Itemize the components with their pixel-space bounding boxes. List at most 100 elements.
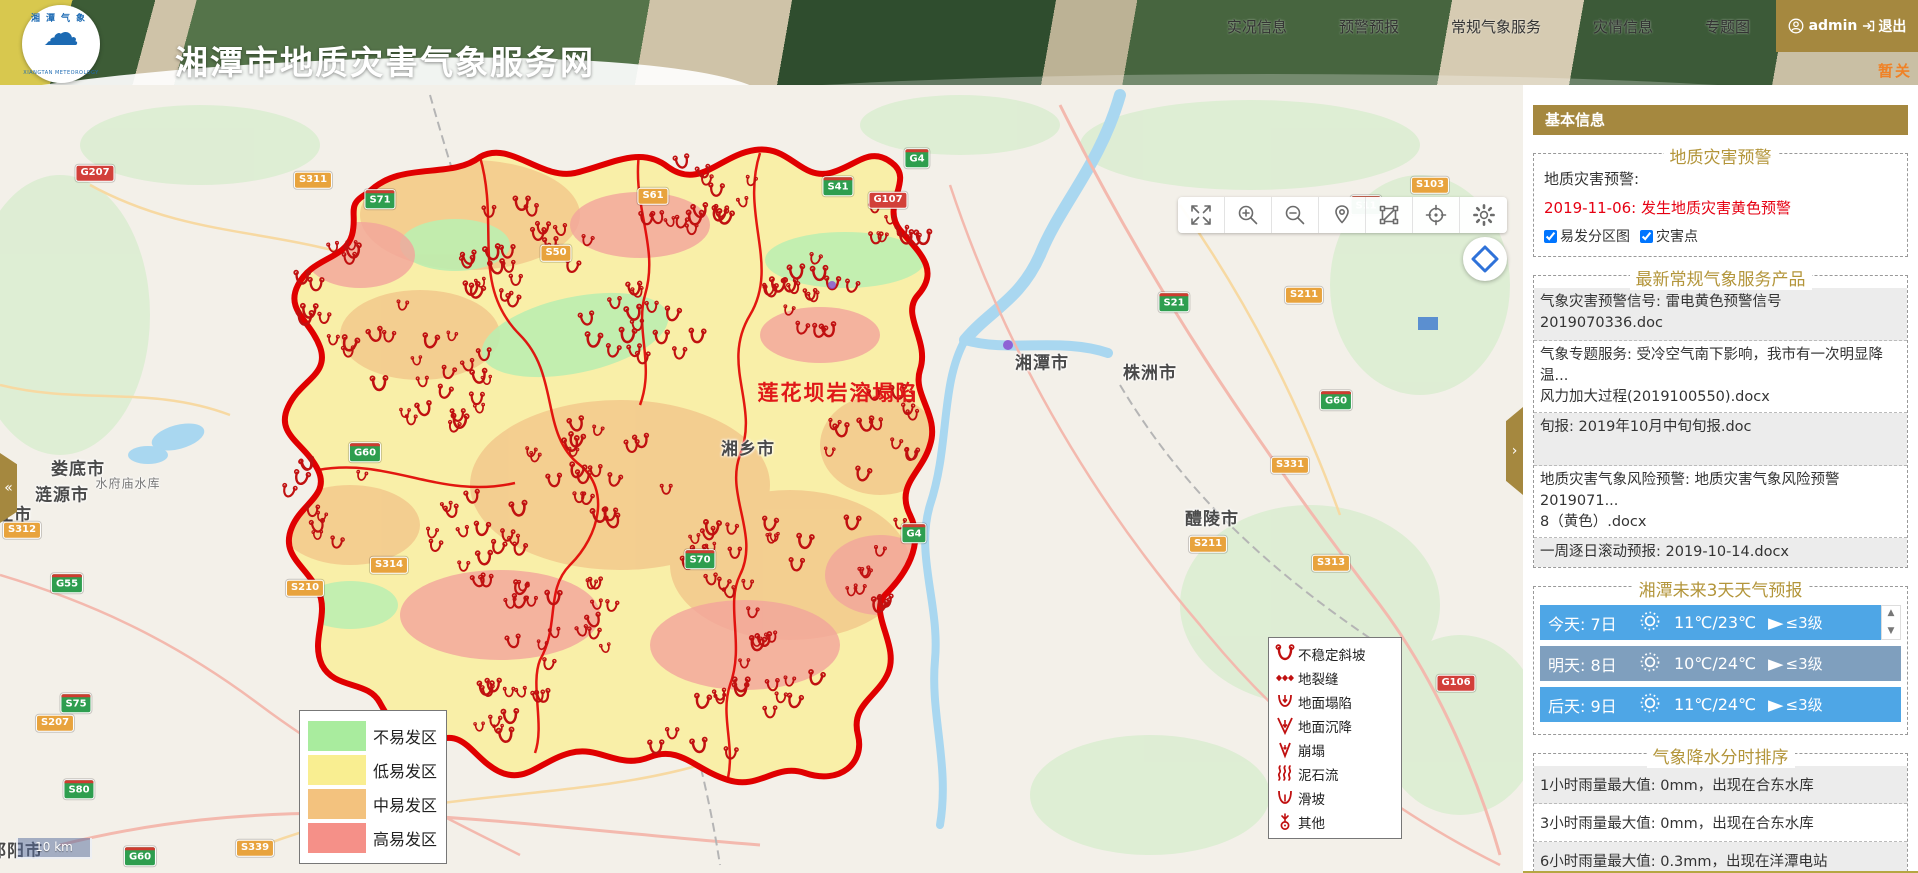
- risk-swatch: [308, 789, 366, 819]
- forecast-temp: 10℃/24℃: [1674, 654, 1770, 673]
- marker-legend-row: 滑坡: [1275, 786, 1395, 810]
- collapse-left-handle[interactable]: «: [0, 453, 17, 523]
- logo-text: 湘潭气象: [22, 11, 100, 24]
- city-label: 涟源市: [35, 481, 89, 506]
- layer-toggle-1[interactable]: 易发分区图: [1544, 226, 1630, 246]
- product-item[interactable]: 气象灾害预警信号: 雷电黄色预警信号2019070336.doc: [1534, 288, 1907, 341]
- icon-subside: [1275, 716, 1295, 736]
- road-badge: G107: [868, 192, 907, 209]
- logout-button[interactable]: 退出: [1862, 16, 1906, 36]
- user-box[interactable]: admin 退出: [1776, 0, 1918, 52]
- disaster-point-marker[interactable]: [914, 229, 932, 244]
- forecast-scrollbar[interactable]: ▲ ▼: [1881, 605, 1901, 640]
- crosshair-button[interactable]: [1413, 197, 1460, 233]
- pan-up-icon: [1479, 247, 1491, 253]
- violet-point-marker: [1003, 340, 1013, 350]
- road-badge: G60: [1320, 390, 1352, 410]
- precip-list: 1小时雨量最大值: 0mm，出现在合东水库3小时雨量最大值: 0mm，出现在合东…: [1534, 766, 1907, 873]
- forecast-list: 今天: 7日11℃/23℃▶≤3级明天: 8日10℃/24℃▶≤3级后天: 9日…: [1538, 605, 1903, 722]
- warning-label: 地质灾害预警:: [1544, 168, 1897, 189]
- layer-toggles: 易发分区图 灾害点: [1544, 226, 1897, 246]
- road-badge: S50: [540, 245, 571, 262]
- settings-button[interactable]: [1460, 197, 1507, 233]
- road-badge: G60: [124, 846, 156, 866]
- forecast-wind: ≤3级: [1786, 694, 1823, 715]
- nav-item-4[interactable]: 灾情信息: [1593, 16, 1653, 37]
- zoom-in-button[interactable]: [1225, 197, 1272, 233]
- zoom-out-button[interactable]: [1272, 197, 1319, 233]
- marker-legend-row: 其他: [1275, 810, 1395, 834]
- road-badge: S313: [1312, 555, 1350, 572]
- forecast-row: 明天: 8日10℃/24℃▶≤3级: [1540, 646, 1901, 681]
- road-badge: S331: [1271, 457, 1309, 474]
- sunny-icon: [1638, 691, 1662, 719]
- info-sidebar: 基本信息 地质灾害预警 地质灾害预警: 2019-11-06: 发生地质灾害黄色…: [1523, 85, 1918, 873]
- forecast-panel-title: 湘潭未来3天天气预报: [1633, 576, 1809, 601]
- checkbox-label: 灾害点: [1656, 226, 1698, 246]
- city-label: 湘潭市: [1015, 349, 1069, 374]
- product-item[interactable]: 一周逐日滚动预报: 2019-10-14.docx: [1534, 538, 1907, 567]
- page-title: 湘潭市地质灾害气象服务网: [175, 36, 595, 84]
- layer-toggle-2[interactable]: 灾害点: [1640, 226, 1698, 246]
- top-nav: 实况信息 预警预报 常规气象服务 灾情信息 专题图: [1201, 0, 1776, 52]
- wind-arrow-icon: ▶: [1768, 614, 1784, 632]
- road-badge: S312: [3, 522, 41, 539]
- collapse-right-handle[interactable]: ›: [1506, 407, 1523, 495]
- disaster-point-marker[interactable]: [673, 154, 691, 169]
- road-badge: S75: [60, 693, 91, 713]
- forecast-day: 明天: 8日: [1548, 652, 1632, 676]
- nav-item-1[interactable]: 实况信息: [1227, 16, 1287, 37]
- disaster-point-marker[interactable]: [281, 483, 298, 498]
- icon-other: [1275, 812, 1295, 832]
- forecast-row: 今天: 7日11℃/23℃▶≤3级: [1540, 605, 1901, 640]
- map-canvas[interactable]: 株洲市醴陵市湘潭市湘乡市娄底市涟源市江市邵阳市水府庙水库 G207S311S71…: [0, 85, 1523, 873]
- road-badge: S61: [637, 188, 668, 205]
- checkbox[interactable]: [1640, 230, 1653, 243]
- risk-legend-row: 中易发区: [308, 789, 438, 819]
- marker-label: 泥石流: [1298, 764, 1339, 784]
- site-logo: 湘潭气象 ☁ XIANGTAN METEOROLOGY: [22, 5, 100, 83]
- blue-point-marker: [1418, 317, 1438, 330]
- nav-item-2[interactable]: 预警预报: [1339, 16, 1399, 37]
- scroll-down-icon[interactable]: ▼: [1888, 627, 1895, 636]
- marker-legend-row: 泥石流: [1275, 762, 1395, 786]
- disaster-point-marker[interactable]: [292, 469, 310, 485]
- pan-control[interactable]: [1463, 237, 1507, 281]
- marker-label: 崩塌: [1298, 740, 1325, 760]
- road-badge: S211: [1285, 287, 1323, 304]
- city-label: 湘乡市: [721, 435, 775, 460]
- product-item[interactable]: 气象专题服务: 受冷空气南下影响，我市有一次明显降温...风力加大过程(2019…: [1534, 341, 1907, 413]
- marker-label: 地面塌陷: [1298, 692, 1352, 712]
- road-badge: S71: [364, 189, 395, 209]
- risk-swatch: [308, 823, 366, 853]
- polygon-select-button[interactable]: [1366, 197, 1413, 233]
- road-badge: G4: [904, 148, 929, 168]
- icon-crack: [1275, 668, 1295, 688]
- zoom-in-icon: [1236, 203, 1260, 227]
- product-item[interactable]: 旬报: 2019年10月中旬旬报.doc: [1534, 413, 1907, 466]
- road-badge: S21: [1158, 292, 1189, 312]
- road-badge: S311: [294, 172, 332, 189]
- road-badge: S339: [236, 840, 274, 857]
- disaster-point-marker[interactable]: [298, 457, 314, 471]
- warning-panel: 地质灾害预警 地质灾害预警: 2019-11-06: 发生地质灾害黄色预警 易发…: [1533, 153, 1908, 257]
- username: admin: [1809, 18, 1858, 34]
- scroll-up-icon[interactable]: ▲: [1888, 609, 1895, 618]
- risk-legend-row: 高易发区: [308, 823, 438, 853]
- fullscreen-button[interactable]: [1178, 197, 1225, 233]
- pan-down-icon: [1479, 265, 1491, 271]
- map-area-label: 莲花坝岩溶塌陷: [758, 377, 919, 407]
- locate-button[interactable]: [1319, 197, 1366, 233]
- product-item[interactable]: 地质灾害气象风险预警: 地质灾害气象风险预警2019071...8（黄色）.do…: [1534, 466, 1907, 538]
- road-badge: S210: [286, 580, 324, 597]
- nav-item-3[interactable]: 常规气象服务: [1451, 16, 1541, 37]
- product-item-line: 地质灾害气象风险预警: 地质灾害气象风险预警2019071...: [1540, 470, 1901, 512]
- nav-item-5[interactable]: 专题图: [1705, 16, 1750, 37]
- icon-debris: [1275, 764, 1295, 784]
- checkbox-label: 易发分区图: [1560, 226, 1630, 246]
- precip-item: 6小时雨量最大值: 0.3mm，出现在洋潭电站: [1534, 842, 1907, 873]
- product-item-line: 气象灾害预警信号: 雷电黄色预警信号2019070336.doc: [1540, 292, 1901, 334]
- marker-legend-row: 地裂缝: [1275, 666, 1395, 690]
- checkbox[interactable]: [1544, 230, 1557, 243]
- product-item-line: 风力加大过程(2019100550).docx: [1540, 387, 1901, 408]
